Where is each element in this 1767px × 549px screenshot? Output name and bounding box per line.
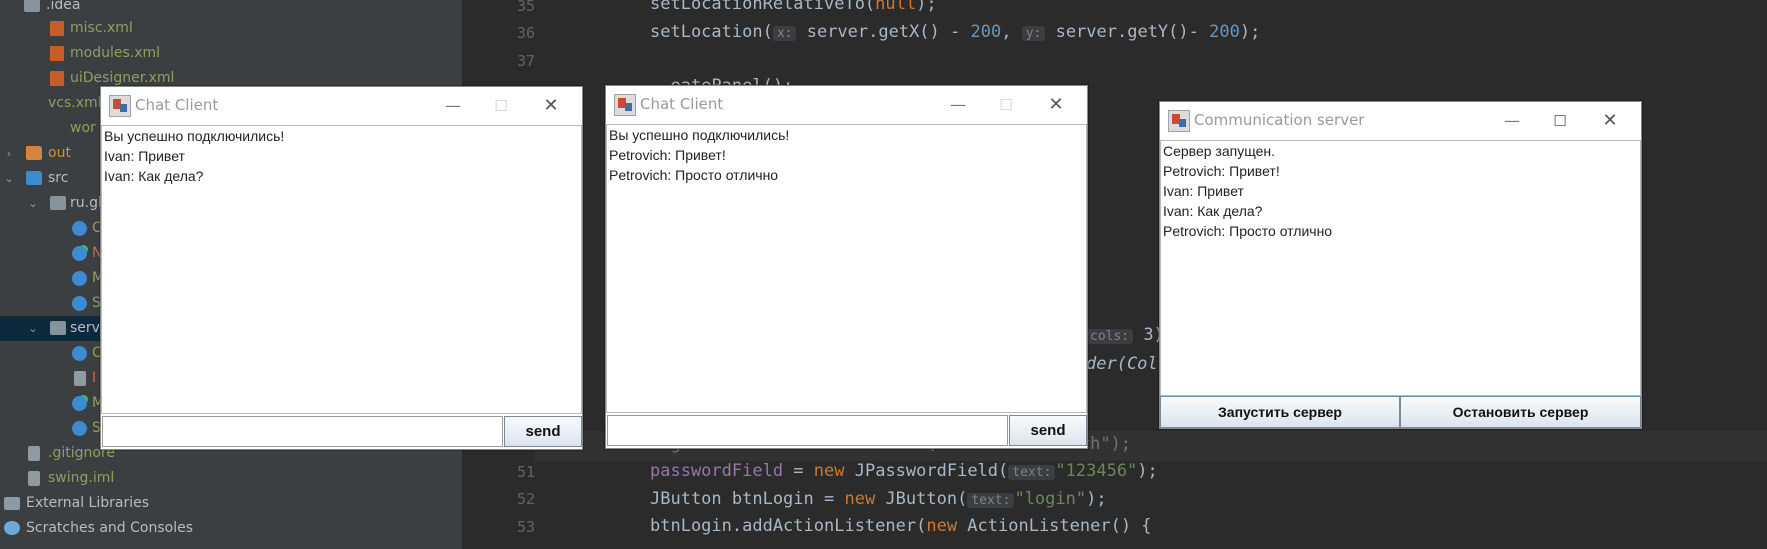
server-log[interactable]: Сервер запущен. Petrovich: Привет! Ivan:… [1160, 140, 1641, 396]
chat-message: Ivan: Привет [104, 148, 185, 164]
log-line: Ivan: Как дела? [1163, 203, 1263, 219]
interface-file-icon [74, 371, 86, 386]
chat-message: Petrovich: Привет! [609, 147, 726, 163]
maximize-button[interactable]: ☐ [1537, 106, 1583, 136]
chevron-down-icon[interactable]: ⌄ [26, 191, 40, 216]
minimize-button[interactable]: — [935, 90, 981, 120]
send-button[interactable]: send [1009, 415, 1087, 446]
tree-item-scratches[interactable]: Scratches and Consoles [0, 516, 462, 541]
title-bar[interactable]: Chat Client — ☐ ✕ [606, 86, 1087, 124]
code-line-52: JButton btnLogin = new JButton(text: "log… [650, 489, 1107, 509]
send-button[interactable]: send [504, 416, 582, 447]
chat-client-window-1[interactable]: Chat Client — ☐ ✕ Вы успешно подключилис… [100, 86, 583, 450]
log-line: Petrovich: Просто отлично [1163, 223, 1333, 239]
folder-icon [24, 0, 40, 12]
line-number: 35 [516, 0, 535, 15]
chat-client-window-2[interactable]: Chat Client — ☐ ✕ Вы успешно подключилис… [605, 85, 1088, 449]
code-line-35: setLocationRelativeTo(null); [650, 0, 937, 14]
class-icon [72, 221, 87, 236]
tree-item-external-libraries[interactable]: External Libraries [0, 491, 462, 516]
message-input[interactable] [102, 416, 503, 447]
runnable-class-icon [72, 246, 87, 261]
tree-item-modules-xml[interactable]: modules.xml [0, 41, 462, 66]
close-button[interactable]: ✕ [1587, 106, 1633, 136]
chat-log[interactable]: Вы успешно подключились! Ivan: Привет Iv… [101, 125, 582, 414]
chat-message: Petrovich: Просто отлично [609, 167, 779, 183]
file-icon [28, 471, 40, 486]
folder-icon [26, 171, 42, 185]
window-title: Chat Client [640, 95, 724, 113]
chevron-down-icon[interactable]: ⌄ [26, 316, 40, 341]
xml-file-icon [50, 46, 64, 61]
library-icon [4, 497, 20, 510]
code-line-53: btnLogin.addActionListener(new ActionLis… [650, 516, 1152, 536]
chevron-right-icon[interactable]: › [2, 141, 16, 166]
line-number: 51 [516, 463, 535, 481]
tree-item-misc-xml[interactable]: misc.xml [0, 16, 462, 41]
message-input[interactable] [607, 415, 1008, 446]
code-line-51: passwordField = new JPasswordField(text:… [650, 461, 1158, 481]
package-icon [50, 196, 66, 210]
log-line: Ivan: Привет [1163, 183, 1244, 199]
java-app-icon [109, 95, 131, 117]
close-button[interactable]: ✕ [528, 91, 574, 121]
class-icon [72, 421, 87, 436]
title-bar[interactable]: Communication server — ☐ ✕ [1160, 102, 1641, 140]
line-number: 36 [516, 24, 535, 42]
scratches-icon [4, 521, 20, 535]
class-icon [72, 296, 87, 311]
line-number: 37 [516, 52, 535, 70]
file-icon [28, 446, 40, 461]
code-line-36: setLocation(x: server.getX() - 200, y: s… [650, 22, 1261, 42]
maximize-button[interactable]: ☐ [983, 90, 1029, 120]
java-app-icon [614, 94, 636, 116]
stop-server-button[interactable]: Остановить сервер [1400, 396, 1641, 428]
folder-icon [26, 146, 42, 160]
communication-server-window[interactable]: Communication server — ☐ ✕ Сервер запуще… [1159, 101, 1642, 429]
chat-message: Вы успешно подключились! [104, 128, 285, 144]
xml-file-icon [50, 71, 64, 86]
chat-message: Ivan: Как дела? [104, 168, 204, 184]
minimize-button[interactable]: — [430, 91, 476, 121]
line-number: 52 [516, 490, 535, 508]
log-line: Petrovich: Привет! [1163, 163, 1280, 179]
line-number: 53 [516, 518, 535, 536]
maximize-button[interactable]: ☐ [478, 91, 524, 121]
window-title: Communication server [1194, 111, 1365, 129]
code-fragment: der(Col [1086, 354, 1158, 374]
window-title: Chat Client [135, 96, 219, 114]
chat-log[interactable]: Вы успешно подключились! Petrovich: Прив… [606, 124, 1087, 413]
class-icon [72, 346, 87, 361]
chevron-down-icon[interactable]: ⌄ [2, 166, 16, 191]
tree-item-swing-iml[interactable]: swing.iml [0, 466, 462, 491]
class-icon [72, 271, 87, 286]
log-line: Сервер запущен. [1163, 143, 1275, 159]
java-app-icon [1168, 110, 1190, 132]
start-server-button[interactable]: Запустить сервер [1160, 396, 1400, 428]
chat-message: Вы успешно подключились! [609, 127, 790, 143]
runnable-class-icon [72, 396, 87, 411]
minimize-button[interactable]: — [1489, 106, 1535, 136]
title-bar[interactable]: Chat Client — ☐ ✕ [101, 87, 582, 125]
xml-file-icon [50, 21, 64, 36]
package-icon [50, 321, 66, 335]
close-button[interactable]: ✕ [1033, 90, 1079, 120]
